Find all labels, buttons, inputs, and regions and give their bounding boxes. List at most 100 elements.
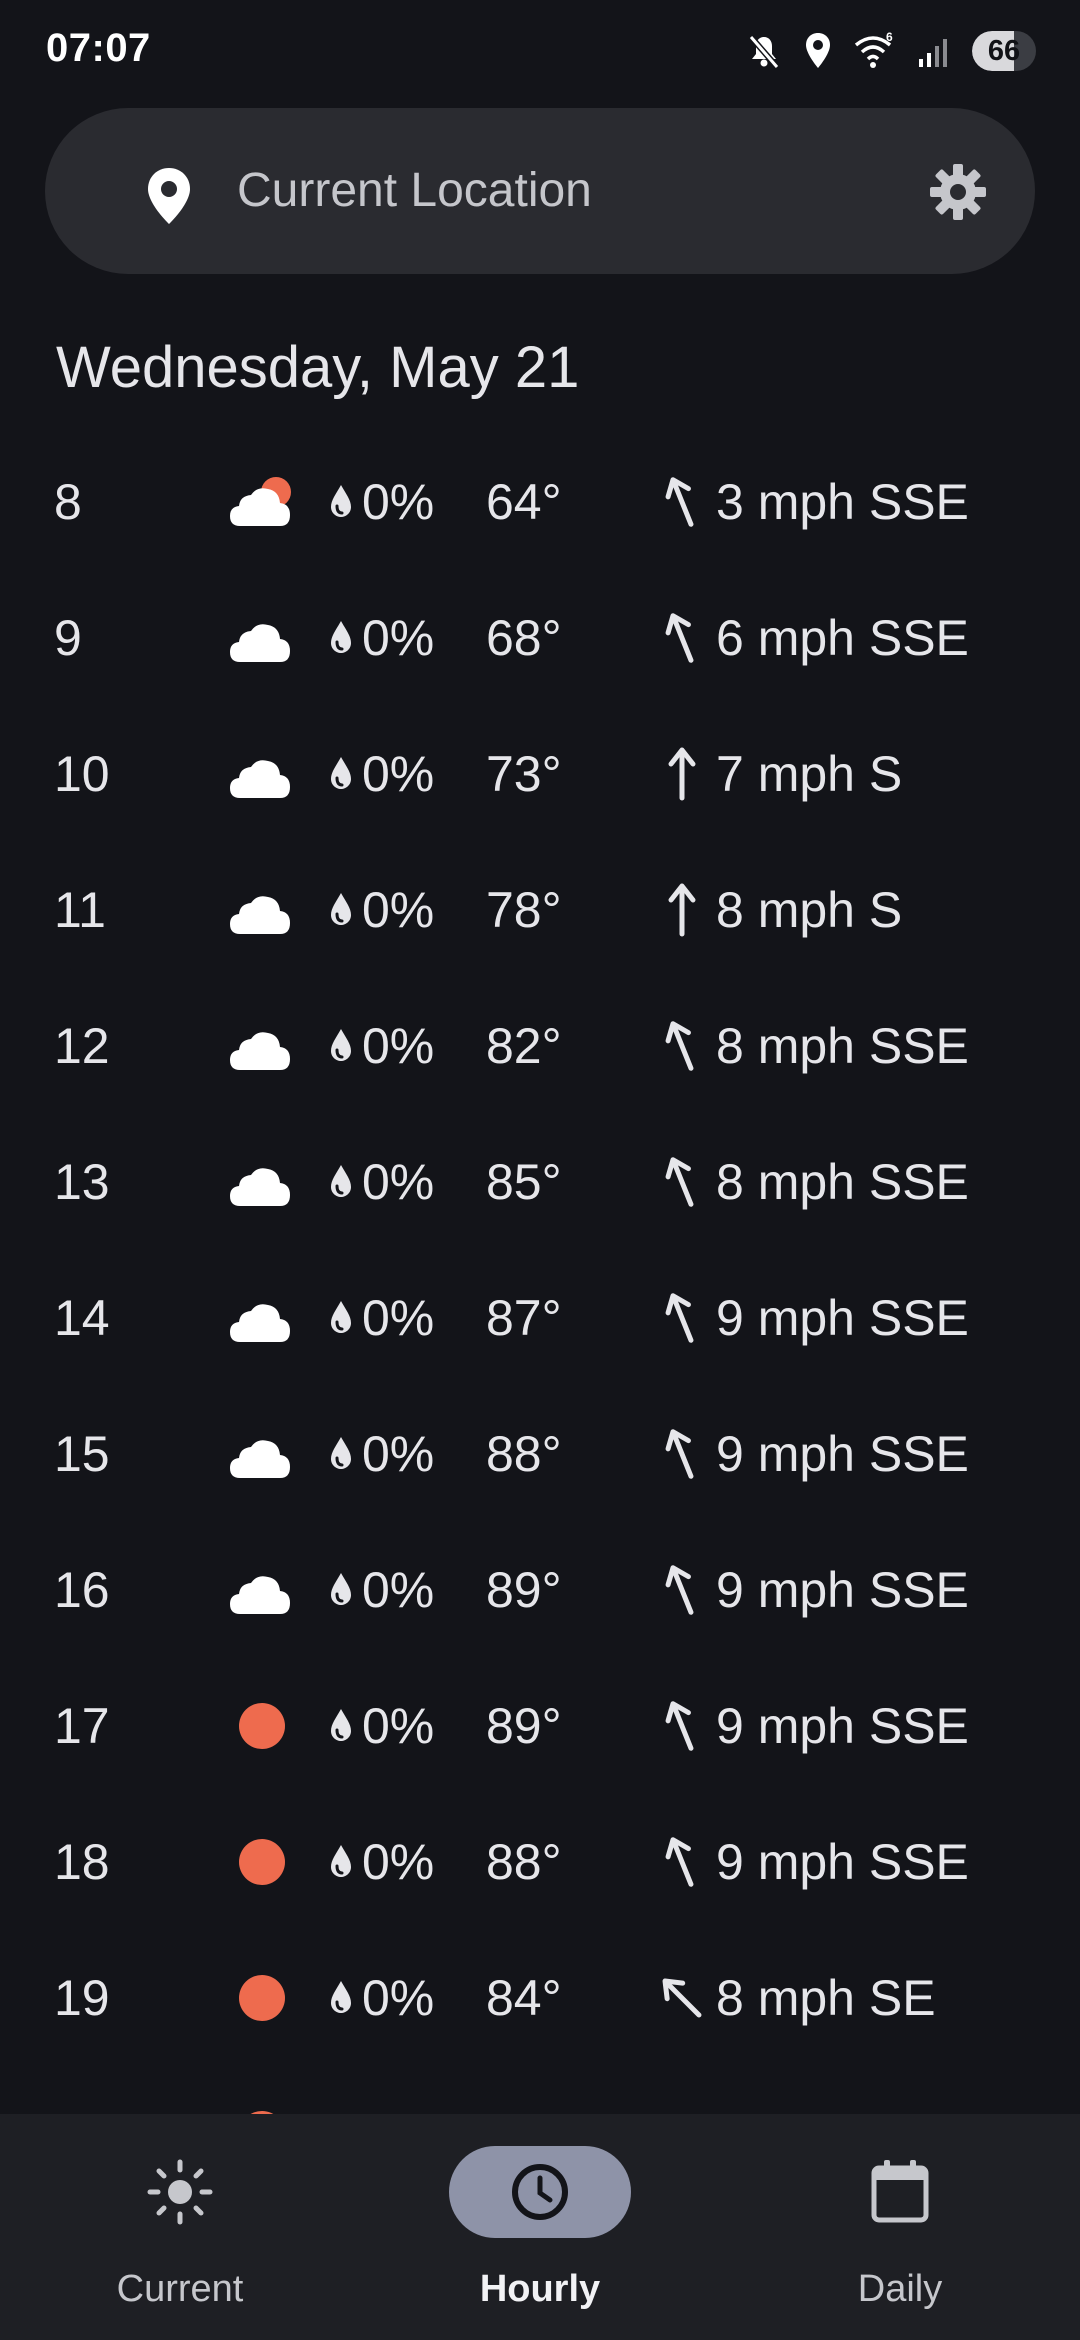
status-icons: 6 66 xyxy=(746,26,1036,76)
wind-speed: 6 mph SE xyxy=(716,2066,936,2114)
precip-chance: 0% xyxy=(362,1426,435,1482)
nav-item-hourly[interactable]: Hourly xyxy=(360,2114,720,2340)
wind-speed: 8 mph SSE xyxy=(716,1154,969,1210)
hour-label: 17 xyxy=(54,1698,110,1754)
hour-label: 10 xyxy=(54,746,110,802)
raindrop-icon xyxy=(328,891,354,932)
raindrop-icon xyxy=(328,619,354,660)
precip-chance: 0% xyxy=(362,1698,435,1754)
nav-label-daily: Daily xyxy=(857,2268,943,2310)
battery-icon: 66 xyxy=(972,31,1036,71)
wind-direction-arrow-icon xyxy=(660,1696,704,1756)
hour-label: 12 xyxy=(54,1018,110,1074)
sun-icon xyxy=(226,1968,298,2028)
location-icon xyxy=(804,31,832,71)
wind-speed: 6 mph SSE xyxy=(716,610,969,666)
temperature: 89° xyxy=(486,1698,562,1754)
location-pin-icon xyxy=(145,166,193,231)
precip-chance: 0% xyxy=(362,1154,435,1210)
wind-direction-arrow-icon xyxy=(660,608,704,668)
partly-cloudy-icon xyxy=(226,472,298,532)
wind-direction-arrow-icon xyxy=(660,1288,704,1348)
wind-speed: 8 mph SSE xyxy=(716,1018,969,1074)
nav-item-current[interactable]: Current xyxy=(0,2114,360,2340)
hour-label: 18 xyxy=(54,1834,110,1890)
raindrop-icon xyxy=(328,1163,354,1204)
hourly-row: 20 0% 82° 6 mph SE xyxy=(0,2066,1080,2114)
cloud-icon xyxy=(226,1424,298,1484)
weather-app-screen: 07:07 6 66 Current Location Wednesday, M… xyxy=(0,0,1080,2340)
wifi-icon: 6 xyxy=(854,31,896,71)
sun-icon xyxy=(226,1832,298,1892)
hour-label: 15 xyxy=(54,1426,110,1482)
temperature: 84° xyxy=(486,1970,562,2026)
wind-speed: 9 mph SSE xyxy=(716,1698,969,1754)
hour-label: 16 xyxy=(54,1562,110,1618)
nav-item-daily[interactable]: Daily xyxy=(720,2114,1080,2340)
wind-direction-arrow-icon xyxy=(660,1832,704,1892)
raindrop-icon xyxy=(328,1979,354,2020)
hourly-row: 8 0% 64° 3 mph SSE xyxy=(0,434,1080,570)
temperature: 68° xyxy=(486,610,562,666)
hour-label: 19 xyxy=(54,1970,110,2026)
wind-direction-arrow-icon xyxy=(660,1152,704,1212)
wind-speed: 9 mph SSE xyxy=(716,1562,969,1618)
raindrop-icon xyxy=(328,1027,354,1068)
hourly-row: 10 0% 73° 7 mph S xyxy=(0,706,1080,842)
wind-speed: 9 mph SSE xyxy=(716,1290,969,1346)
wind-speed: 9 mph SSE xyxy=(716,1426,969,1482)
clock-icon xyxy=(504,2156,576,2233)
temperature: 82° xyxy=(486,2066,562,2114)
gear-icon[interactable] xyxy=(928,162,988,227)
temperature: 89° xyxy=(486,1562,562,1618)
temperature: 88° xyxy=(486,1834,562,1890)
hourly-row: 18 0% 88° 9 mph SSE xyxy=(0,1794,1080,1930)
wind-direction-arrow-icon xyxy=(660,472,704,532)
hourly-forecast-list[interactable]: 8 0% 64° 3 mph SSE 9 0% 68° 6 mph SSE 10 0% 73° 7 m… xyxy=(0,434,1080,2114)
raindrop-icon xyxy=(328,483,354,524)
status-bar: 07:07 6 66 xyxy=(0,0,1080,100)
date-heading: Wednesday, May 21 xyxy=(56,335,580,400)
precip-chance: 0% xyxy=(362,746,435,802)
temperature: 85° xyxy=(486,1154,562,1210)
signal-icon xyxy=(918,31,950,71)
hourly-row: 13 0% 85° 8 mph SSE xyxy=(0,1114,1080,1250)
calendar-icon xyxy=(864,2156,936,2233)
precip-chance: 0% xyxy=(362,2066,434,2114)
cloud-icon xyxy=(226,1016,298,1076)
raindrop-icon xyxy=(328,1435,354,1476)
temperature: 78° xyxy=(486,882,562,938)
precip-chance: 0% xyxy=(362,882,435,938)
sun-icon xyxy=(226,1696,298,1756)
hour-label: 9 xyxy=(54,610,82,666)
wind-direction-arrow-icon xyxy=(660,1560,704,1620)
temperature: 87° xyxy=(486,1290,562,1346)
hour-label: 13 xyxy=(54,1154,110,1210)
location-search-bar[interactable]: Current Location xyxy=(45,108,1035,274)
bottom-navigation: Current Hourly Daily xyxy=(0,2114,1080,2340)
location-text: Current Location xyxy=(237,164,592,217)
precip-chance: 0% xyxy=(362,1018,435,1074)
raindrop-icon xyxy=(328,755,354,796)
temperature: 82° xyxy=(486,1018,562,1074)
precip-chance: 0% xyxy=(362,474,435,530)
cloud-icon xyxy=(226,744,298,804)
hour-label: 14 xyxy=(54,1290,110,1346)
temperature: 88° xyxy=(486,1426,562,1482)
cloud-icon xyxy=(226,608,298,668)
hourly-row: 11 0% 78° 8 mph S xyxy=(0,842,1080,978)
sun-icon xyxy=(144,2156,216,2233)
cloud-icon xyxy=(226,1152,298,1212)
svg-text:6: 6 xyxy=(886,31,893,44)
precip-chance: 0% xyxy=(362,610,435,666)
hourly-row: 14 0% 87° 9 mph SSE xyxy=(0,1250,1080,1386)
nav-label-current: Current xyxy=(116,2268,244,2310)
wind-direction-arrow-icon xyxy=(660,1424,704,1484)
wind-direction-arrow-icon xyxy=(660,2104,704,2114)
hourly-row: 16 0% 89° 9 mph SSE xyxy=(0,1522,1080,1658)
cloud-icon xyxy=(226,1560,298,1620)
raindrop-icon xyxy=(328,1707,354,1748)
hour-label: 8 xyxy=(54,474,82,530)
wind-speed: 8 mph SE xyxy=(716,1970,936,2026)
precip-chance: 0% xyxy=(362,1834,435,1890)
